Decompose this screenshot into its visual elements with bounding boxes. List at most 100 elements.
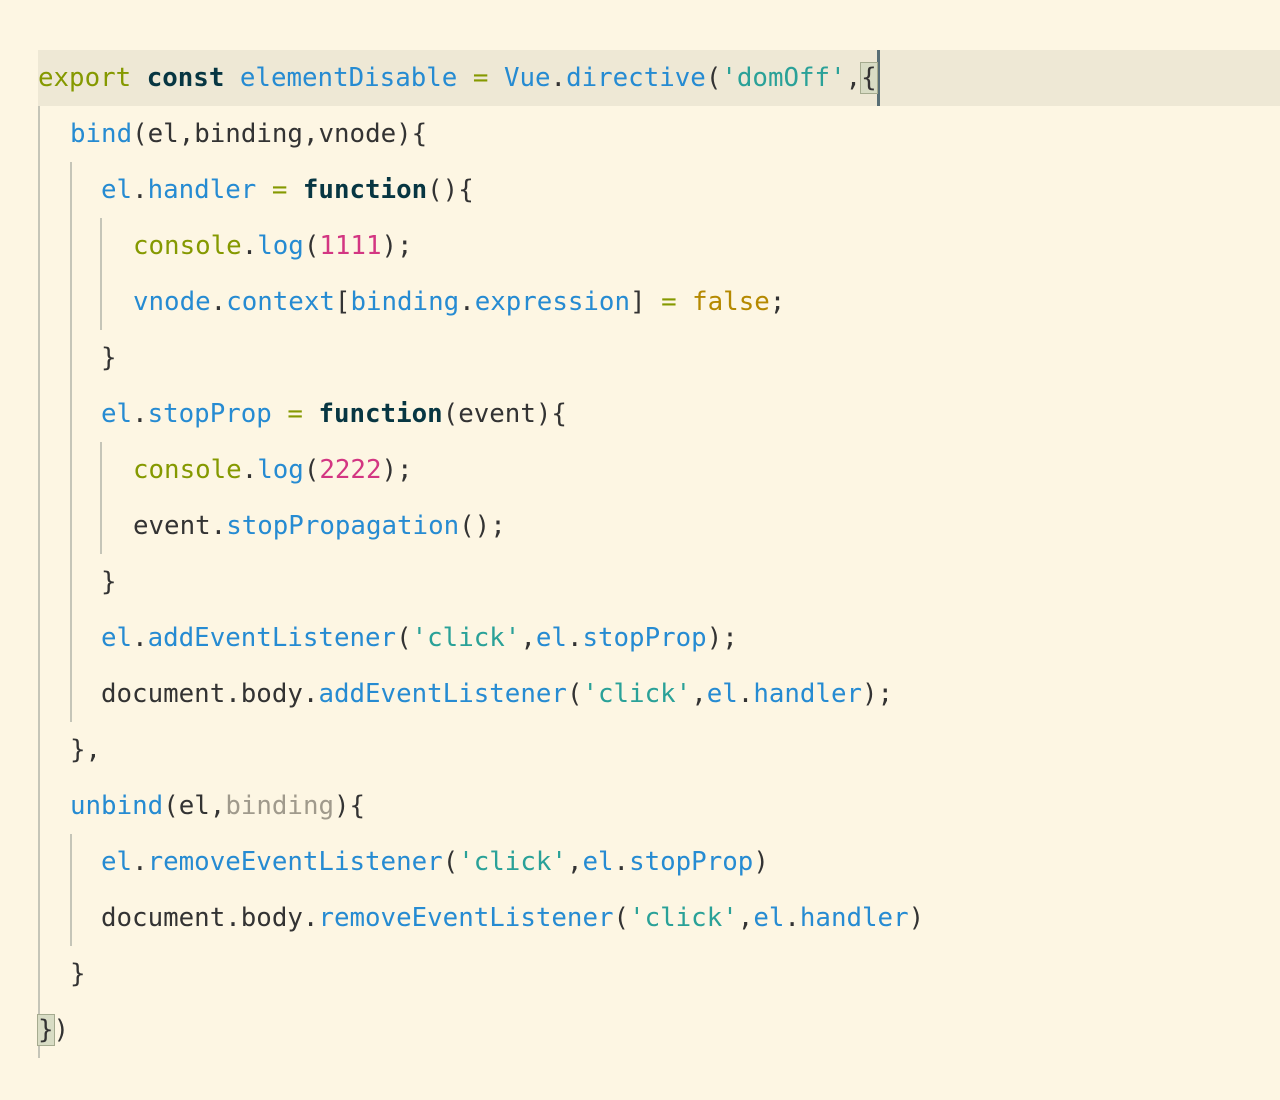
token: document.body [101, 679, 303, 709]
code-line-3[interactable]: el.handler = function(){ [101, 162, 474, 218]
token: bind [70, 119, 133, 149]
token: (event){ [442, 399, 567, 429]
token: ( [442, 847, 459, 877]
token: . [132, 847, 148, 877]
code-line-9[interactable]: event.stopPropagation(); [133, 498, 506, 554]
token: const [146, 63, 225, 93]
code-line-7[interactable]: el.stopProp = function(event){ [101, 386, 567, 442]
code-line-2[interactable]: bind(el,binding,vnode){ [70, 106, 427, 162]
code-line-12[interactable]: document.body.addEventListener('click',e… [101, 666, 893, 722]
code-line-11[interactable]: el.addEventListener('click',el.stopProp)… [101, 610, 738, 666]
token: ) [908, 903, 925, 933]
token: 'domOff' [721, 63, 846, 93]
code-line-5[interactable]: vnode.context[binding.expression] = fals… [133, 274, 785, 330]
token: ); [381, 455, 413, 485]
token: ( [566, 679, 583, 709]
token: ) [53, 1015, 70, 1045]
token: 'click' [582, 679, 692, 709]
code-line-10[interactable]: } [101, 554, 117, 610]
code-line-18[interactable]: }) [37, 1002, 70, 1058]
token: ( [705, 63, 722, 93]
token: . [302, 903, 319, 933]
token: 'click' [458, 847, 567, 877]
token: . [241, 455, 258, 485]
token: 'click' [411, 623, 521, 653]
token: , [520, 623, 536, 653]
code-editor[interactable]: export const elementDisable = Vue.direct… [0, 0, 1280, 1100]
token: log [257, 455, 304, 485]
token: unbind [70, 791, 164, 821]
token: stopProp [629, 847, 754, 877]
token: el [535, 623, 567, 653]
token: removeEventListener [147, 847, 443, 877]
token: el [582, 847, 614, 877]
token: . [210, 511, 227, 541]
token: ( [613, 903, 630, 933]
token: function [302, 175, 428, 205]
code-line-6[interactable]: } [101, 330, 117, 386]
code-line-8[interactable]: console.log(2222); [133, 442, 413, 498]
code-line-4[interactable]: console.log(1111); [133, 218, 413, 274]
code-line-17[interactable]: } [70, 946, 86, 1002]
token: directive [566, 63, 706, 93]
token: handler [799, 903, 909, 933]
token: . [132, 399, 148, 429]
token: function [318, 399, 443, 429]
token: stopProp [582, 623, 707, 653]
token: , [566, 847, 583, 877]
code-line-14[interactable]: unbind(el,binding){ [70, 778, 365, 834]
token: = [287, 399, 303, 429]
token: ){ [334, 791, 366, 821]
indent-guide [100, 218, 102, 330]
token: stopPropagation [226, 511, 460, 541]
token: console [133, 231, 242, 261]
token: . [302, 679, 319, 709]
text-cursor [876, 50, 880, 106]
token: 1111 [319, 231, 382, 261]
code-line-13[interactable]: }, [70, 722, 101, 778]
token: ( [303, 455, 320, 485]
token: ( [396, 623, 412, 653]
token: . [566, 623, 583, 653]
token: ) [753, 847, 769, 877]
token: false [692, 287, 770, 317]
matched-bracket: { [860, 62, 878, 94]
token: = [661, 287, 677, 317]
token: ; [769, 287, 786, 317]
token: . [132, 623, 148, 653]
token: log [257, 231, 304, 261]
token: expression [474, 287, 630, 317]
token: handler [753, 679, 863, 709]
token: vnode [133, 287, 211, 317]
token: ] [630, 287, 646, 317]
token: context [226, 287, 335, 317]
token: }, [70, 735, 102, 765]
token: 2222 [319, 455, 382, 485]
token: . [784, 903, 800, 933]
token: . [459, 287, 475, 317]
code-line-16[interactable]: document.body.removeEventListener('click… [101, 890, 924, 946]
token: console [133, 455, 242, 485]
token: Vue [503, 63, 551, 93]
matched-bracket: } [37, 1014, 55, 1046]
token: el [101, 847, 133, 877]
token: . [132, 175, 148, 205]
token: elementDisable [239, 63, 458, 93]
token: (); [459, 511, 506, 541]
token: } [70, 959, 86, 989]
token: (el,binding,vnode){ [132, 119, 428, 149]
token: el [101, 399, 133, 429]
code-line-1[interactable]: export const elementDisable = Vue.direct… [38, 50, 880, 106]
token: event [133, 511, 211, 541]
token: } [101, 343, 117, 373]
code-line-15[interactable]: el.removeEventListener('click',el.stopPr… [101, 834, 769, 890]
indent-guide [70, 162, 72, 722]
